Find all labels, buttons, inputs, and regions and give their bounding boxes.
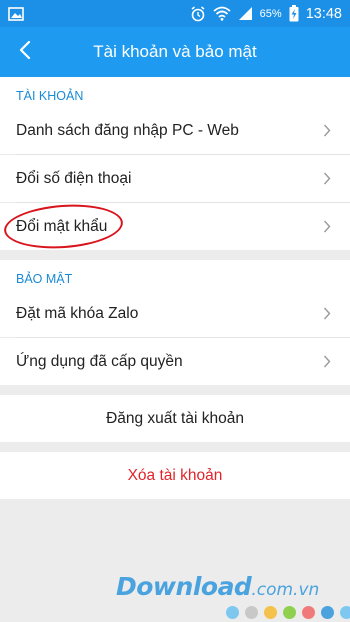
change-phone-number-item[interactable]: Đổi số điện thoại bbox=[0, 155, 350, 202]
row-label: Đặt mã khóa Zalo bbox=[16, 304, 139, 322]
set-zalo-lock-code-item[interactable]: Đặt mã khóa Zalo bbox=[0, 290, 350, 337]
battery-charging-icon bbox=[289, 5, 299, 22]
watermark-dot bbox=[264, 606, 277, 619]
wifi-icon bbox=[213, 6, 231, 21]
image-icon bbox=[8, 6, 24, 21]
section-gap bbox=[0, 250, 350, 260]
row-label: Ứng dụng đã cấp quyền bbox=[16, 352, 183, 370]
row-label: Đổi mật khẩu bbox=[16, 217, 108, 235]
chevron-right-icon bbox=[320, 307, 334, 321]
battery-percent: 65% bbox=[259, 7, 282, 20]
delete-account-button[interactable]: Xóa tài khoản bbox=[0, 452, 350, 499]
watermark-dots bbox=[226, 606, 350, 619]
watermark-dot bbox=[340, 606, 350, 619]
back-chevron-icon bbox=[19, 40, 31, 64]
section-heading-security: BẢO MẬT bbox=[0, 260, 350, 290]
authorized-apps-item[interactable]: Ứng dụng đã cấp quyền bbox=[0, 338, 350, 385]
back-button[interactable] bbox=[0, 27, 50, 77]
login-list-pc-web-item[interactable]: Danh sách đăng nhập PC - Web bbox=[0, 107, 350, 154]
watermark-brand: Download bbox=[116, 572, 252, 601]
signal-icon bbox=[238, 6, 253, 21]
alarm-icon bbox=[190, 5, 206, 22]
status-bar: 65% 13:48 bbox=[0, 0, 350, 27]
app-bar: Tài khoản và bảo mật bbox=[0, 27, 350, 77]
section-gap bbox=[0, 385, 350, 395]
chevron-right-icon bbox=[320, 220, 334, 234]
clock-time: 13:48 bbox=[305, 5, 342, 22]
page-title: Tài khoản và bảo mật bbox=[93, 42, 257, 61]
watermark-suffix: .com.vn bbox=[251, 580, 320, 600]
row-label: Danh sách đăng nhập PC - Web bbox=[16, 121, 239, 139]
change-password-item[interactable]: Đổi mật khẩu bbox=[0, 200, 350, 253]
section-heading-account: TÀI KHOẢN bbox=[0, 77, 350, 107]
watermark-dot bbox=[283, 606, 296, 619]
logout-button[interactable]: Đăng xuất tài khoản bbox=[0, 395, 350, 442]
watermark-dot bbox=[245, 606, 258, 619]
watermark-dot bbox=[226, 606, 239, 619]
row-label: Đổi số điện thoại bbox=[16, 169, 132, 187]
chevron-right-icon bbox=[320, 172, 334, 186]
watermark-dot bbox=[302, 606, 315, 619]
chevron-right-icon bbox=[320, 124, 334, 138]
watermark-dot bbox=[321, 606, 334, 619]
chevron-right-icon bbox=[320, 355, 334, 369]
section-gap bbox=[0, 442, 350, 452]
watermark-logo: Download .com.vn bbox=[116, 572, 319, 601]
